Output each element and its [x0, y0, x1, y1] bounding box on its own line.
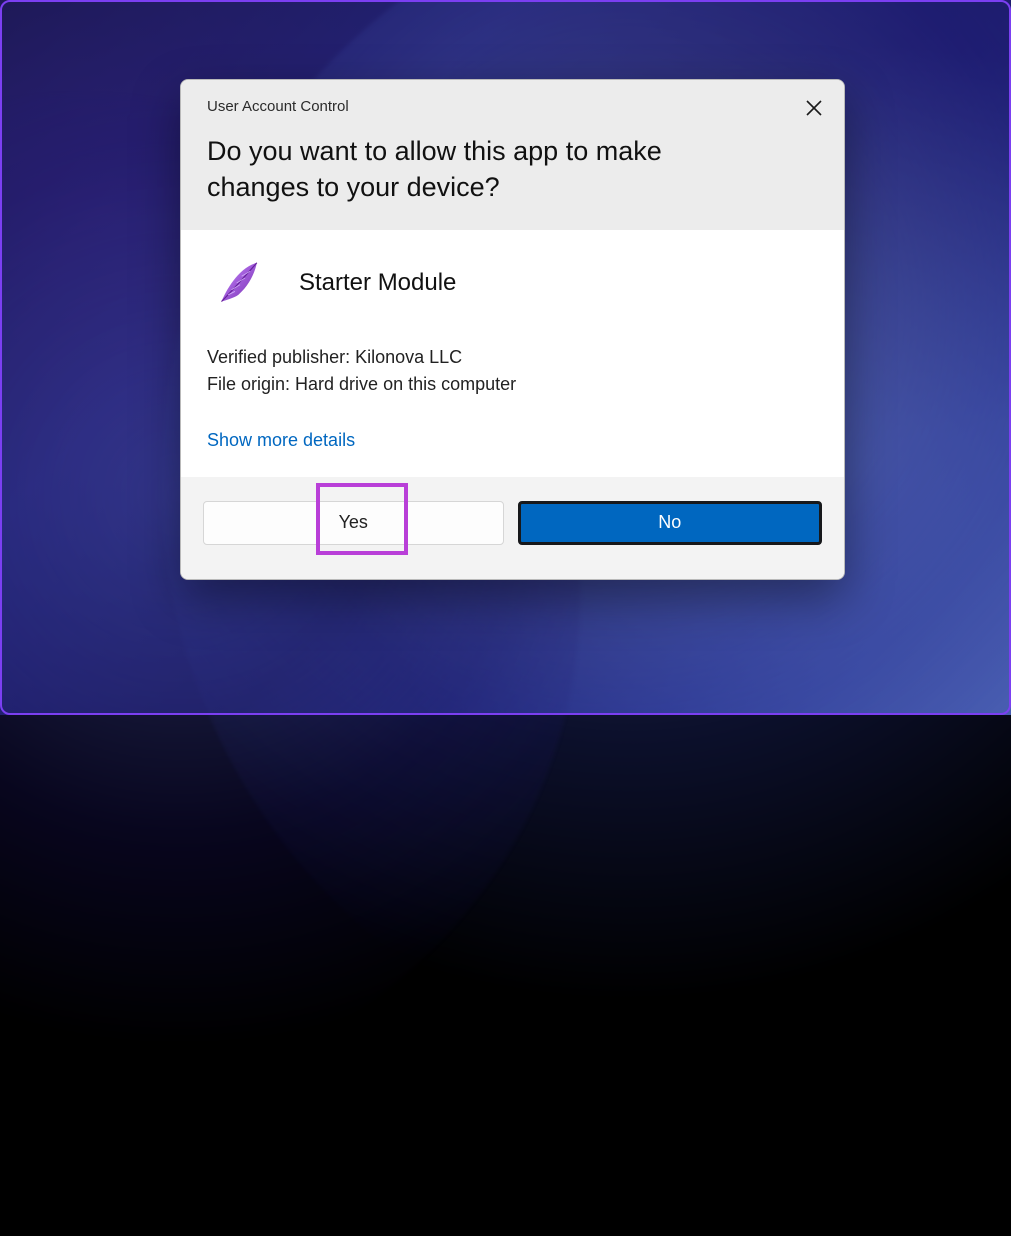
publisher-line: Verified publisher: Kilonova LLC	[207, 344, 818, 371]
feather-icon	[213, 256, 267, 310]
app-row: Starter Module	[207, 256, 818, 310]
uac-dialog: User Account Control Do you want to allo…	[180, 79, 845, 580]
dialog-title: User Account Control	[207, 98, 818, 115]
show-more-details-link[interactable]: Show more details	[207, 430, 355, 451]
dialog-header: User Account Control Do you want to allo…	[181, 80, 844, 230]
dialog-footer: Yes No	[181, 477, 844, 579]
dialog-body: Starter Module Verified publisher: Kilon…	[181, 230, 844, 477]
close-button[interactable]	[798, 92, 830, 124]
app-name: Starter Module	[299, 269, 456, 297]
dialog-question: Do you want to allow this app to make ch…	[207, 133, 818, 206]
no-button[interactable]: No	[518, 501, 823, 545]
origin-line: File origin: Hard drive on this computer	[207, 371, 818, 398]
yes-button[interactable]: Yes	[203, 501, 504, 545]
close-icon	[806, 100, 822, 116]
